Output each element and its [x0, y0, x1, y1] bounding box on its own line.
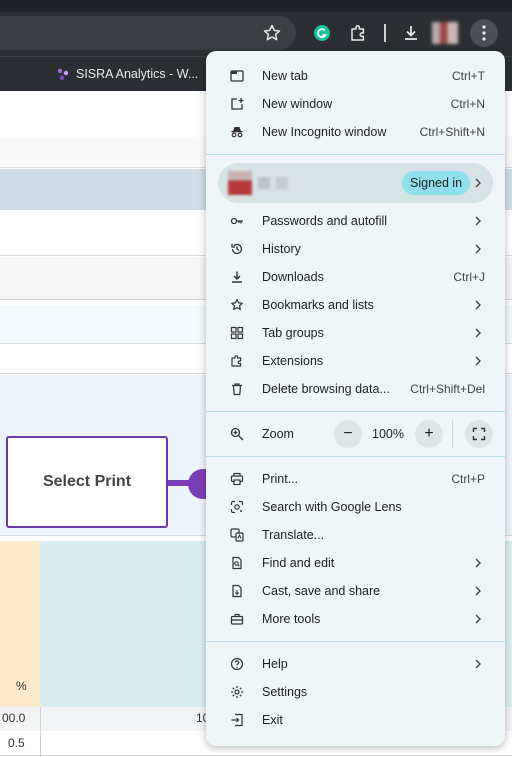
bookmark-label: SISRA Analytics - W... [76, 67, 199, 81]
chevron-right-icon [475, 356, 481, 366]
chrome-main-menu: New tab Ctrl+T New window Ctrl+N New Inc… [206, 51, 505, 746]
callout-text: Select Print [42, 473, 132, 490]
gear-icon [230, 685, 244, 699]
history-icon [230, 242, 244, 256]
find-page-icon [230, 556, 244, 570]
zoom-icon [230, 427, 244, 441]
profile-avatar[interactable] [432, 22, 458, 44]
profile-name-redacted [276, 177, 288, 189]
select-print-callout: Select Print [6, 436, 168, 528]
tab-groups-icon [230, 326, 244, 340]
menu-item-downloads[interactable]: Downloads Ctrl+J [206, 263, 505, 291]
tab-strip [0, 0, 512, 12]
trash-icon [230, 382, 244, 396]
menu-item-print[interactable]: Print... Ctrl+P [206, 465, 505, 493]
download-icon[interactable] [398, 20, 424, 46]
chevron-right-icon [475, 659, 481, 669]
menu-item-new-tab[interactable]: New tab Ctrl+T [206, 62, 505, 90]
chevron-right-icon [475, 614, 481, 624]
translate-icon [230, 528, 244, 542]
table-cell: 0.5 [8, 736, 25, 750]
download-icon [230, 270, 244, 284]
fullscreen-button[interactable] [465, 420, 493, 448]
menu-item-new-incognito-window[interactable]: New Incognito window Ctrl+Shift+N [206, 118, 505, 146]
address-bar[interactable] [0, 16, 296, 50]
new-tab-icon [230, 69, 244, 83]
menu-item-delete-browsing-data[interactable]: Delete browsing data... Ctrl+Shift+Del [206, 375, 505, 403]
zoom-out-button[interactable]: − [334, 420, 362, 448]
chevron-right-icon [475, 300, 481, 310]
signed-in-badge: Signed in [402, 171, 471, 195]
cell-divider [40, 707, 41, 757]
chevron-right-icon [475, 558, 481, 568]
zoom-level: 100% [372, 427, 404, 441]
menu-item-help[interactable]: Help [206, 650, 505, 678]
zoom-divider [452, 420, 453, 448]
profile-row[interactable]: Signed in [218, 163, 493, 203]
fullscreen-icon [472, 427, 486, 441]
table-cell: 00.0 [2, 711, 26, 725]
menu-item-search-with-google-lens[interactable]: Search with Google Lens [206, 493, 505, 521]
incognito-icon [230, 125, 244, 139]
menu-item-cast-save-and-share[interactable]: Cast, save and share [206, 577, 505, 605]
profile-name-redacted [258, 177, 270, 189]
menu-item-find-and-edit[interactable]: Find and edit [206, 549, 505, 577]
chevron-right-icon [475, 178, 481, 188]
toolbox-icon [230, 612, 244, 626]
help-icon [230, 657, 244, 671]
printer-icon [230, 472, 244, 486]
menu-divider [206, 411, 505, 412]
menu-item-history[interactable]: History [206, 235, 505, 263]
profile-avatar [228, 171, 252, 195]
new-window-icon [230, 97, 244, 111]
save-page-icon [230, 584, 244, 598]
chevron-right-icon [475, 216, 481, 226]
menu-item-translate[interactable]: Translate... [206, 521, 505, 549]
key-icon [230, 214, 244, 228]
menu-divider [206, 641, 505, 642]
chevron-right-icon [475, 328, 481, 338]
menu-divider [206, 154, 505, 155]
browser-toolbar [0, 0, 512, 56]
star-icon [230, 298, 244, 312]
menu-item-tab-groups[interactable]: Tab groups [206, 319, 505, 347]
chevron-right-icon [475, 586, 481, 596]
zoom-in-button[interactable]: + [415, 420, 443, 448]
menu-divider [206, 456, 505, 457]
google-lens-icon [230, 500, 244, 514]
toolbar-divider [384, 24, 386, 42]
menu-item-bookmarks-and-lists[interactable]: Bookmarks and lists [206, 291, 505, 319]
sisra-logo-icon [57, 68, 69, 81]
menu-item-exit[interactable]: Exit [206, 706, 505, 734]
extensions-puzzle-icon[interactable] [345, 20, 371, 46]
menu-item-new-window[interactable]: New window Ctrl+N [206, 90, 505, 118]
menu-item-more-tools[interactable]: More tools [206, 605, 505, 633]
bookmark-sisra[interactable]: SISRA Analytics - W... [56, 63, 198, 85]
star-icon[interactable] [259, 20, 285, 46]
extensions-puzzle-icon [230, 354, 244, 368]
exit-icon [230, 713, 244, 727]
menu-item-settings[interactable]: Settings [206, 678, 505, 706]
menu-item-passwords-and-autofill[interactable]: Passwords and autofill [206, 207, 505, 235]
percent-cell: % [16, 679, 27, 693]
chevron-right-icon [475, 244, 481, 254]
more-vert-icon [482, 25, 486, 41]
chrome-menu-button[interactable] [470, 19, 498, 47]
menu-item-extensions[interactable]: Extensions [206, 347, 505, 375]
grammarly-icon[interactable] [309, 20, 335, 46]
